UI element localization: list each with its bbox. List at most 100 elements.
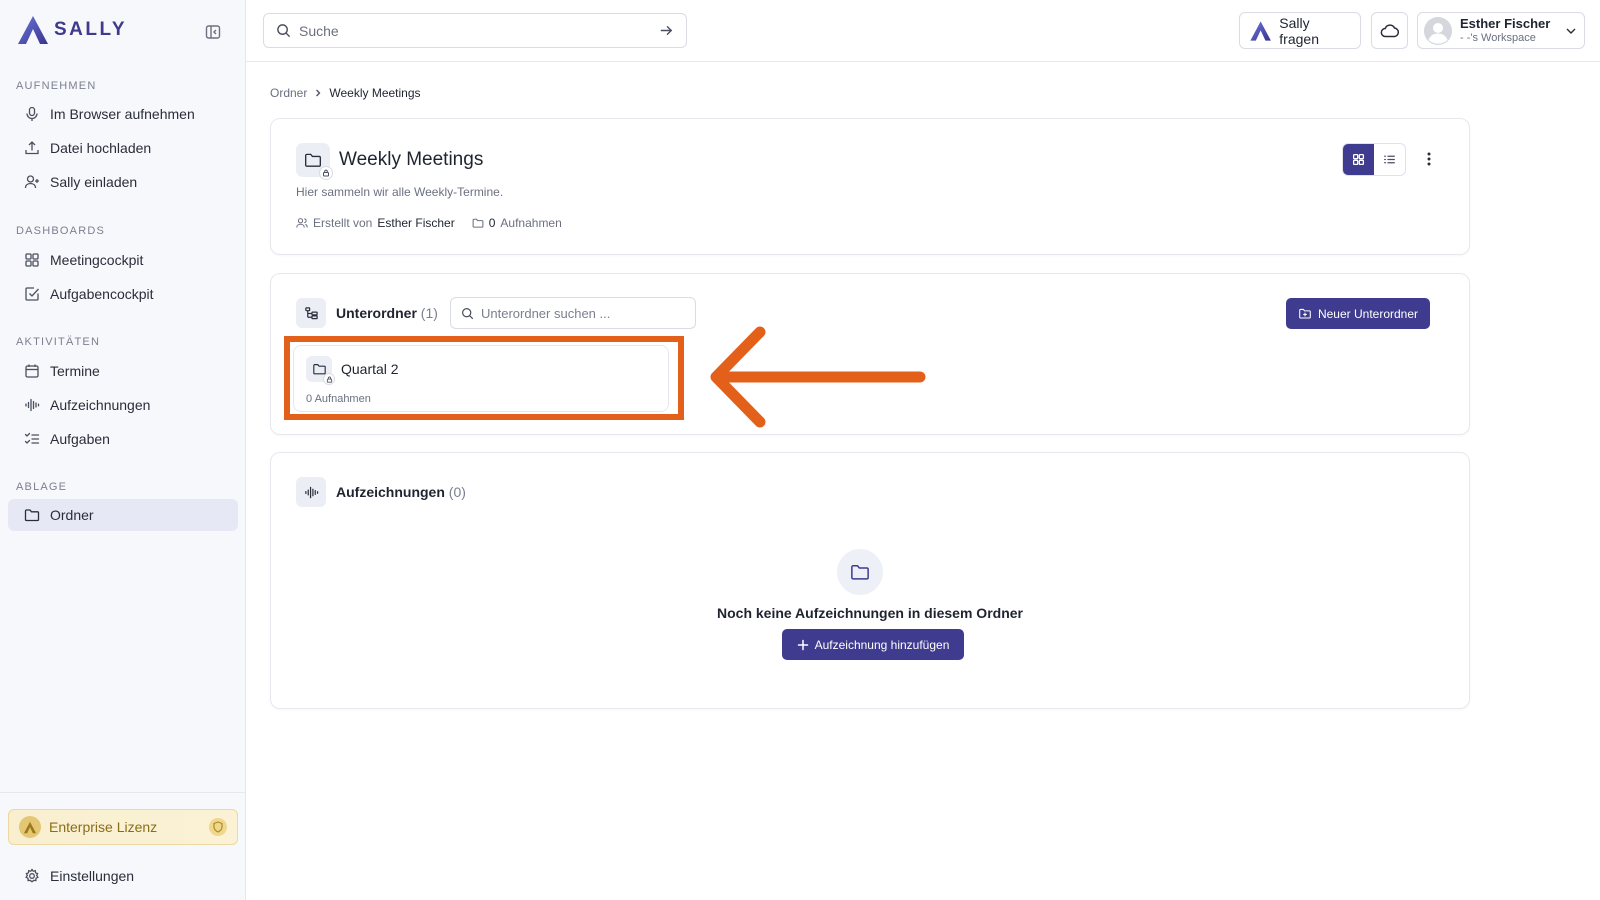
add-recording-button[interactable]: Aufzeichnung hinzufügen <box>782 629 964 660</box>
app-logo[interactable]: SALLY <box>16 14 127 46</box>
sidebar-divider <box>0 792 246 793</box>
sidebar-item-meetingcockpit[interactable]: Meetingcockpit <box>8 244 238 276</box>
recordings-count-label: Aufnahmen <box>500 216 562 230</box>
folder-description: Hier sammeln wir alle Weekly-Termine. <box>296 185 504 199</box>
license-logo-icon <box>19 816 41 838</box>
ask-sally-button[interactable]: Sally fragen <box>1239 12 1361 49</box>
mic-icon <box>26 106 38 121</box>
folder-icon <box>24 509 40 522</box>
section-label-aufnehmen: AUFNEHMEN <box>16 80 97 92</box>
sidebar-item-sally-einladen[interactable]: Sally einladen <box>8 166 238 198</box>
plus-icon <box>797 639 808 650</box>
sally-logo-icon <box>18 16 48 44</box>
subfolders-title: Unterordner <box>336 305 417 321</box>
sidebar: SALLY AUFNEHMEN Im Browser aufnehmen Dat… <box>0 0 246 900</box>
grid-icon <box>25 253 39 267</box>
search-icon <box>277 24 291 38</box>
recordings-card: Aufzeichnungen (0) Noch keine Aufzeichnu… <box>270 452 1470 709</box>
sidebar-item-label: Meetingcockpit <box>50 252 144 268</box>
license-label: Enterprise Lizenz <box>49 819 158 835</box>
breadcrumb-current: Weekly Meetings <box>329 86 421 100</box>
enterprise-license-badge[interactable]: Enterprise Lizenz <box>8 809 238 845</box>
ask-sally-label: Sally fragen <box>1279 14 1319 47</box>
grid-icon <box>1352 153 1365 166</box>
new-subfolder-button[interactable]: Neuer Unterordner <box>1286 298 1430 329</box>
folder-meta: Erstellt von Esther Fischer 0 Aufnahmen <box>296 216 562 230</box>
recordings-title: Aufzeichnungen <box>336 484 445 500</box>
new-subfolder-label: Neuer Unterordner <box>1317 306 1419 321</box>
folder-header-card: Weekly Meetings Hier sammeln wir alle We… <box>270 118 1470 255</box>
sidebar-item-einstellungen[interactable]: Einstellungen <box>8 860 238 892</box>
empty-state-text: Noch keine Aufzeichnungen in diesem Ordn… <box>717 605 1023 621</box>
calendar-icon <box>25 364 39 378</box>
workspace-name: - -'s Workspace <box>1460 31 1536 44</box>
tasklist-icon <box>24 432 40 444</box>
sidebar-item-ordner[interactable]: Ordner <box>8 499 238 531</box>
sidebar-collapse-icon <box>205 25 221 39</box>
created-by-label: Erstellt von <box>313 216 373 230</box>
more-options-button[interactable] <box>1419 149 1439 169</box>
more-vertical-icon <box>1427 152 1431 166</box>
sidebar-item-label: Sally einladen <box>50 174 138 190</box>
cloud-icon <box>1380 23 1399 37</box>
global-search[interactable] <box>263 13 687 48</box>
topbar: Sally fragen Esther Fischer - -'s Worksp… <box>246 0 1600 62</box>
folder-plus-icon <box>1299 308 1311 319</box>
chevron-down-icon <box>1566 28 1576 34</box>
recordings-count: 0 <box>488 216 496 230</box>
sidebar-item-aufgabencockpit[interactable]: Aufgabencockpit <box>8 278 238 310</box>
sidebar-item-label: Datei hochladen <box>50 140 152 156</box>
subfolders-header: Unterordner (1) <box>296 298 438 328</box>
user-menu-button[interactable]: Esther Fischer - -'s Workspace <box>1417 12 1585 49</box>
search-input[interactable] <box>299 22 651 39</box>
folder-icon <box>305 153 321 167</box>
sidebar-item-datei-hochladen[interactable]: Datei hochladen <box>8 132 238 164</box>
arrow-right-icon[interactable] <box>659 23 674 38</box>
user-name: Esther Fischer <box>1460 15 1551 31</box>
view-toggle <box>1342 143 1406 176</box>
search-icon <box>462 307 474 319</box>
waveform-icon <box>296 477 326 507</box>
sidebar-item-label: Termine <box>50 363 100 379</box>
lock-icon <box>319 166 333 180</box>
breadcrumb: Ordner Weekly Meetings <box>270 86 421 100</box>
folder-badge <box>296 143 333 180</box>
created-by-name: Esther Fischer <box>377 216 455 230</box>
subfolder-search-input[interactable] <box>481 305 685 321</box>
folder-icon <box>472 218 484 228</box>
empty-folder-icon <box>837 549 883 595</box>
upload-icon <box>25 141 39 155</box>
section-label-dashboards: DASHBOARDS <box>16 225 106 237</box>
subfolder-tree-icon <box>296 298 326 328</box>
waveform-icon <box>25 398 40 412</box>
subfolder-search[interactable] <box>450 297 696 329</box>
highlight-box <box>284 336 684 420</box>
sidebar-item-browser-aufnehmen[interactable]: Im Browser aufnehmen <box>8 98 238 130</box>
subfolders-count: (1) <box>420 305 438 321</box>
sidebar-item-termine[interactable]: Termine <box>8 355 238 387</box>
sidebar-item-label: Im Browser aufnehmen <box>50 106 195 122</box>
sidebar-item-aufzeichnungen[interactable]: Aufzeichnungen <box>8 389 238 421</box>
sidebar-item-label: Aufgabencockpit <box>50 286 154 302</box>
sally-logo-icon <box>1250 20 1271 41</box>
sidebar-item-label: Aufgaben <box>50 431 110 447</box>
sidebar-item-label: Aufzeichnungen <box>50 397 151 413</box>
shield-icon <box>209 818 227 836</box>
list-icon <box>1384 155 1395 164</box>
users-icon <box>296 218 308 228</box>
section-label-aktivitaeten: AKTIVITÄTEN <box>16 336 101 348</box>
user-plus-icon <box>24 175 39 189</box>
user-avatar-icon <box>1424 16 1452 45</box>
app-name: SALLY <box>54 19 128 40</box>
recordings-header: Aufzeichnungen (0) <box>296 477 466 507</box>
user-info: Esther Fischer - -'s Workspace <box>1460 15 1551 45</box>
list-view-button[interactable] <box>1374 144 1405 175</box>
breadcrumb-root[interactable]: Ordner <box>270 86 307 100</box>
gear-icon <box>25 868 39 883</box>
grid-view-button[interactable] <box>1343 144 1374 175</box>
cloud-sync-button[interactable] <box>1371 12 1408 49</box>
collapse-sidebar-button[interactable] <box>204 23 224 43</box>
recordings-count: (0) <box>448 484 466 500</box>
sidebar-item-aufgaben[interactable]: Aufgaben <box>8 423 238 455</box>
sidebar-item-label: Einstellungen <box>50 868 135 884</box>
